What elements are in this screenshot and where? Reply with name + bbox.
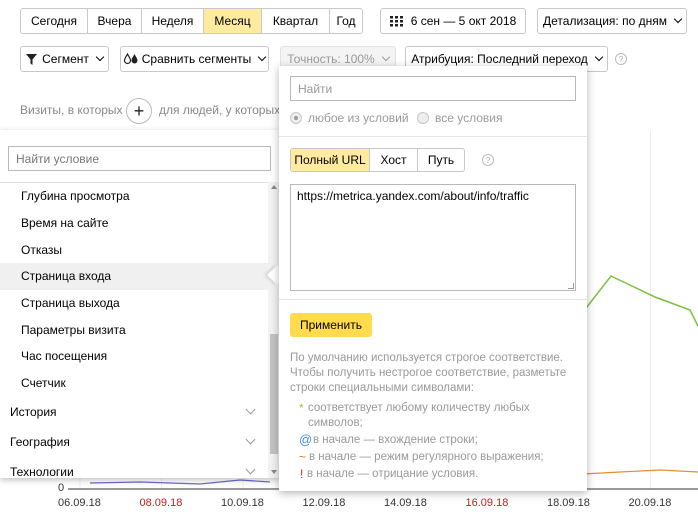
y-tick-zero: 0	[58, 482, 65, 494]
condition-item-label: Отказы	[21, 242, 63, 257]
radio-any-condition[interactable]: любое из условий	[290, 111, 409, 125]
radio-all-conditions[interactable]: все условия	[417, 111, 503, 125]
radio-button	[417, 112, 429, 124]
url-value-textarea[interactable]	[290, 184, 576, 291]
condition-item-label: Время на сайте	[21, 216, 109, 231]
regex-symbol: ~	[299, 450, 307, 464]
compare-segments-button[interactable]: Сравнить сегменты	[120, 46, 269, 72]
detail-dropdown[interactable]: Детализация: по дням	[537, 8, 687, 34]
detail-label: Детализация: по дням	[543, 14, 667, 28]
calendar-icon	[389, 15, 403, 26]
chevron-down-icon	[673, 14, 683, 24]
period-selector: Сегодня Вчера Неделя Месяц Квартал Год	[20, 8, 363, 34]
condition-item-bounces[interactable]: Отказы	[0, 236, 268, 263]
condition-group-label: Технологии	[10, 464, 74, 479]
tab-path[interactable]: Путь	[418, 149, 464, 171]
chevron-down-icon	[95, 52, 105, 62]
condition-item-visit-hour[interactable]: Час посещения	[0, 343, 268, 370]
x-tick-label: 16.09.18	[465, 497, 509, 509]
match-type-tabs: Полный URL Хост Путь	[290, 148, 465, 172]
condition-list: Глубина просмотра Время на сайте Отказы …	[0, 182, 268, 478]
scroll-up-arrow-icon[interactable]	[271, 185, 277, 189]
help-icon[interactable]: ?	[615, 53, 627, 65]
scrollbar-thumb[interactable]	[270, 334, 278, 454]
apply-button[interactable]: Применить	[290, 313, 372, 337]
condition-item-entry-page[interactable]: Страница входа	[0, 263, 268, 290]
condition-item-label: Счетчик	[21, 376, 66, 391]
x-tick-label: 10.09.18	[221, 497, 264, 509]
condition-item-label: Час посещения	[21, 349, 108, 364]
chevron-down-icon	[381, 52, 390, 62]
condition-picker-panel: Глубина просмотра Время на сайте Отказы …	[0, 130, 280, 478]
chevron-down-icon	[594, 52, 604, 62]
popup-divider	[279, 136, 587, 137]
condition-item-label: Глубина просмотра	[21, 189, 130, 204]
rule-substring-text: в начале — вхождение строки;	[313, 434, 478, 446]
entry-page-condition-popup: любое из условий все условия Полный URL …	[279, 66, 587, 491]
date-range-label: 6 сен — 5 окт 2018	[410, 14, 517, 28]
tab-full-url[interactable]: Полный URL	[291, 149, 370, 171]
condition-group-history[interactable]: История	[0, 397, 268, 427]
condition-item-exit-page[interactable]: Страница выхода	[0, 290, 268, 317]
popup-search-input[interactable]	[290, 76, 576, 101]
wildcard-symbol: *	[299, 401, 304, 415]
popup-divider	[279, 299, 587, 300]
condition-group-label: География	[10, 434, 70, 449]
x-tick-label: 08.09.18	[139, 497, 183, 509]
segment-label: Сегмент	[42, 52, 89, 66]
add-condition-button[interactable]: +	[126, 98, 152, 124]
series-line-visits	[582, 275, 698, 327]
rule-regex-text: в начале — режим регулярного выражения;	[309, 451, 544, 463]
segment-button[interactable]: Сегмент	[20, 46, 109, 72]
chevron-down-icon	[245, 434, 256, 445]
condition-item-label: Страница входа	[21, 269, 112, 284]
x-tick-label: 20.09.18	[628, 497, 672, 509]
attribution-label: Атрибуция: Последний переход	[411, 52, 588, 66]
rule-negation-text: в начале — отрицание условия.	[307, 468, 479, 480]
chevron-down-icon	[258, 52, 267, 62]
condition-group-geography[interactable]: География	[0, 427, 268, 457]
x-tick-label: 06.09.18	[58, 497, 101, 509]
condition-group-label: История	[10, 404, 57, 419]
condition-item-label: Параметры визита	[21, 322, 126, 337]
period-year[interactable]: Год	[330, 9, 362, 33]
x-tick-label: 14.09.18	[384, 497, 427, 509]
tab-host[interactable]: Хост	[370, 149, 418, 171]
chevron-down-icon	[245, 464, 256, 475]
match-hint-text: По умолчанию используется строгое соотве…	[290, 352, 567, 394]
period-today[interactable]: Сегодня	[21, 9, 88, 33]
condition-item-visit-params[interactable]: Параметры визита	[0, 316, 268, 343]
series-line-secondary	[582, 469, 698, 475]
scroll-down-arrow-icon[interactable]	[271, 470, 277, 474]
help-icon[interactable]: ?	[482, 154, 494, 166]
condition-group-technology[interactable]: Технологии	[0, 457, 268, 479]
period-month[interactable]: Месяц	[204, 9, 262, 33]
condition-item-depth[interactable]: Глубина просмотра	[0, 183, 268, 210]
radio-button-selected	[290, 112, 302, 124]
period-week[interactable]: Неделя	[142, 9, 204, 33]
plus-icon: +	[133, 101, 145, 121]
funnel-icon	[26, 53, 38, 65]
people-condition-label: для людей, у которых	[159, 103, 281, 117]
resize-grip-icon[interactable]	[568, 283, 574, 289]
rule-wildcard-text: соответствует любому количеству любых си…	[308, 402, 530, 429]
condition-item-counter[interactable]: Счетчик	[0, 370, 268, 397]
x-tick-label: 18.09.18	[547, 497, 590, 509]
radio-any-label: любое из условий	[308, 111, 409, 125]
compare-label: Сравнить сегменты	[141, 52, 252, 66]
radio-all-label: все условия	[435, 111, 503, 125]
accuracy-label: Точность: 100%	[287, 52, 375, 66]
condition-item-label: Страница выхода	[21, 296, 120, 311]
period-quarter[interactable]: Квартал	[262, 9, 330, 33]
date-range-button[interactable]: 6 сен — 5 окт 2018	[380, 8, 526, 34]
visits-condition-label: Визиты, в которых	[20, 103, 123, 117]
substring-symbol: @	[299, 432, 313, 447]
x-tick-label: 12.09.18	[302, 497, 346, 509]
condition-item-time-on-site[interactable]: Время на сайте	[0, 210, 268, 237]
negation-symbol: !	[300, 467, 304, 481]
condition-search-input[interactable]	[8, 146, 271, 171]
period-yesterday[interactable]: Вчера	[88, 9, 142, 33]
drops-icon	[123, 53, 138, 65]
chevron-down-icon	[245, 404, 256, 415]
